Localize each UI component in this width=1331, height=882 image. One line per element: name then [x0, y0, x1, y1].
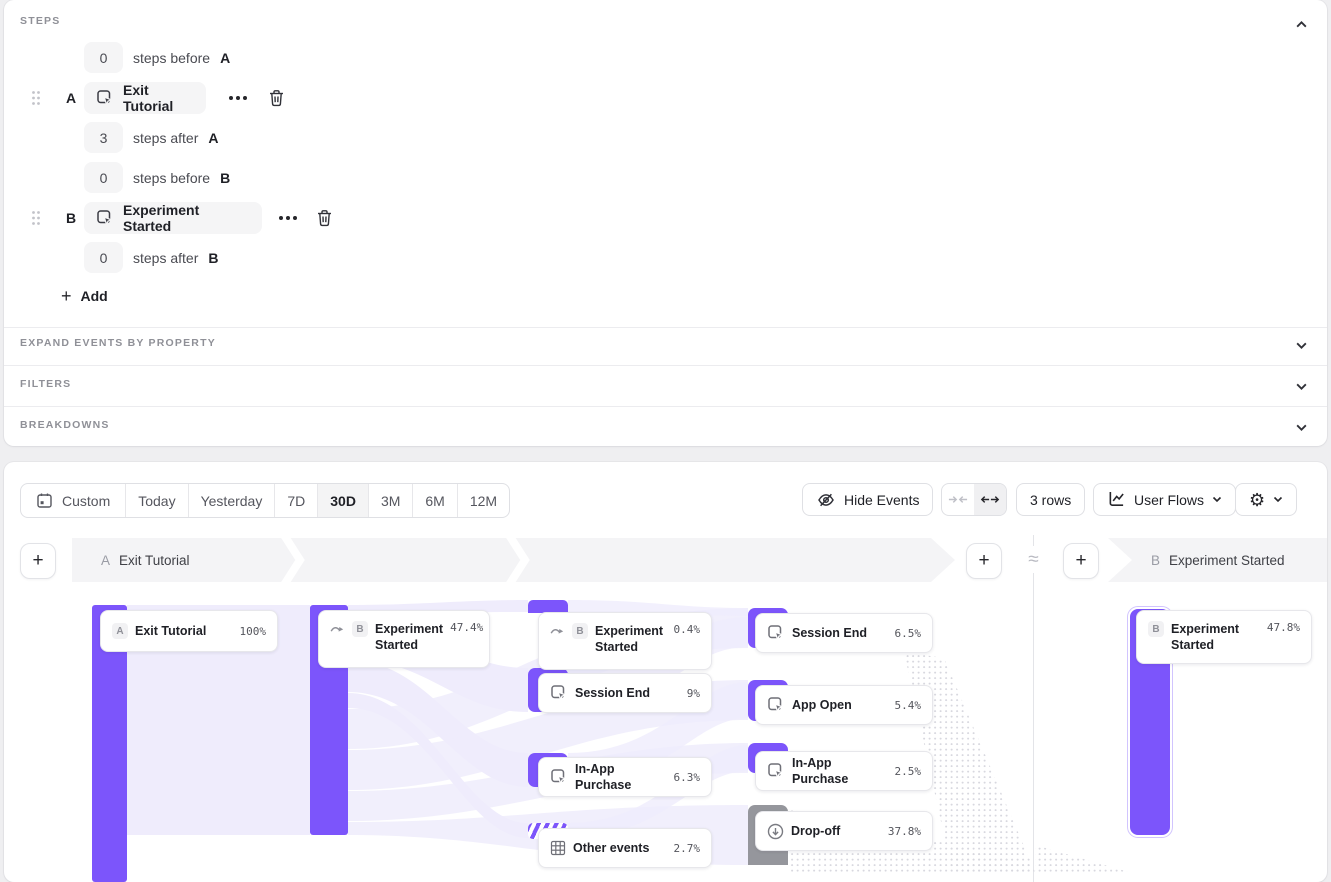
delete-step-b-icon[interactable]	[315, 208, 333, 227]
section-divider	[4, 365, 1327, 366]
chevron-down-icon[interactable]	[1295, 378, 1309, 388]
step-ref-a: A	[208, 130, 218, 146]
flow-node-session-end-9[interactable]: Session End 9%	[538, 673, 712, 713]
steps-before-a-label: steps before A	[133, 42, 230, 73]
step-ref-b: B	[220, 170, 230, 186]
steps-after-b-label: steps after B	[133, 242, 219, 273]
breakdowns-section[interactable]: BREAKDOWNS	[20, 419, 110, 431]
query-builder-panel: STEPS 0 steps before A A Exit Tutorial 3…	[4, 0, 1327, 446]
steps-before-b-input[interactable]: 0	[84, 162, 123, 193]
flow-node-experiment-started-04[interactable]: B Experiment Started 0.4%	[538, 612, 712, 670]
drop-off-icon	[767, 823, 784, 840]
flow-node-in-app-purchase-63[interactable]: In-App Purchase 6.3%	[538, 757, 712, 797]
step-badge-b: B	[572, 623, 588, 639]
step-a-event-button[interactable]: Exit Tutorial	[84, 82, 206, 114]
steps-before-b-label: steps before B	[133, 162, 230, 193]
filters-section[interactable]: FILTERS	[20, 378, 71, 390]
flow-node-drop-off[interactable]: Drop-off 37.8%	[755, 811, 933, 851]
step-ref-b: B	[208, 250, 218, 266]
event-click-icon	[550, 768, 568, 786]
steps-after-a-input[interactable]: 3	[84, 122, 123, 153]
flow-node-other-events[interactable]: Other events 2.7%	[538, 828, 712, 868]
drag-handle-icon[interactable]	[31, 210, 41, 226]
step-b-event-label: Experiment Started	[123, 202, 250, 234]
event-click-icon	[767, 762, 785, 780]
steps-section-title: STEPS	[20, 15, 60, 27]
chevron-down-icon[interactable]	[1295, 419, 1309, 429]
event-click-icon	[96, 209, 114, 227]
section-divider	[4, 406, 1327, 407]
flow-node-session-end-65[interactable]: Session End 6.5%	[755, 613, 933, 653]
event-click-icon	[767, 696, 785, 714]
more-options-icon[interactable]	[277, 212, 299, 224]
chevron-down-icon[interactable]	[1295, 337, 1309, 347]
step-badge-a: A	[112, 623, 128, 639]
flow-node-experiment-started-final[interactable]: B Experiment Started 47.8%	[1136, 610, 1312, 664]
steps-after-b-input[interactable]: 0	[84, 242, 123, 273]
event-click-icon	[767, 624, 785, 642]
visualization-panel: Custom Today Yesterday 7D 30D 3M 6M 12M …	[4, 462, 1327, 882]
trend-arrow-icon	[330, 624, 345, 635]
steps-before-a-input[interactable]: 0	[84, 42, 123, 73]
approx-symbol: ≈	[1020, 546, 1047, 573]
step-ref-a: A	[220, 50, 230, 66]
step-badge-b: B	[1148, 621, 1164, 637]
steps-after-a-label: steps after A	[133, 122, 219, 153]
chevron-up-icon[interactable]	[1295, 16, 1309, 26]
drag-handle-icon[interactable]	[31, 90, 41, 106]
add-step-button[interactable]: + Add	[61, 287, 108, 305]
plus-icon: +	[61, 287, 72, 305]
delete-step-a-icon[interactable]	[267, 88, 285, 107]
step-b-event-button[interactable]: Experiment Started	[84, 202, 262, 234]
step-b-letter: B	[66, 210, 76, 226]
step-badge-b: B	[352, 621, 368, 637]
step-a-event-label: Exit Tutorial	[123, 82, 194, 114]
more-options-icon[interactable]	[227, 92, 249, 104]
trend-arrow-icon	[550, 626, 565, 637]
flow-node-exit-tutorial[interactable]: A Exit Tutorial 100%	[100, 610, 278, 652]
event-click-icon	[550, 684, 568, 702]
add-step-label: Add	[81, 288, 108, 304]
flow-node-app-open[interactable]: App Open 5.4%	[755, 685, 933, 725]
event-click-icon	[96, 89, 114, 107]
user-flows-page: { "panel": { "steps": { "title": "STEPS"…	[0, 0, 1331, 865]
flow-node-experiment-started-47[interactable]: B Experiment Started 47.4%	[318, 610, 490, 668]
grid-icon	[550, 840, 566, 856]
step-a-letter: A	[66, 90, 76, 106]
section-divider	[4, 327, 1327, 328]
expand-by-property-section[interactable]: EXPAND EVENTS BY PROPERTY	[20, 337, 216, 349]
flow-node-in-app-purchase-25[interactable]: In-App Purchase 2.5%	[755, 751, 933, 791]
